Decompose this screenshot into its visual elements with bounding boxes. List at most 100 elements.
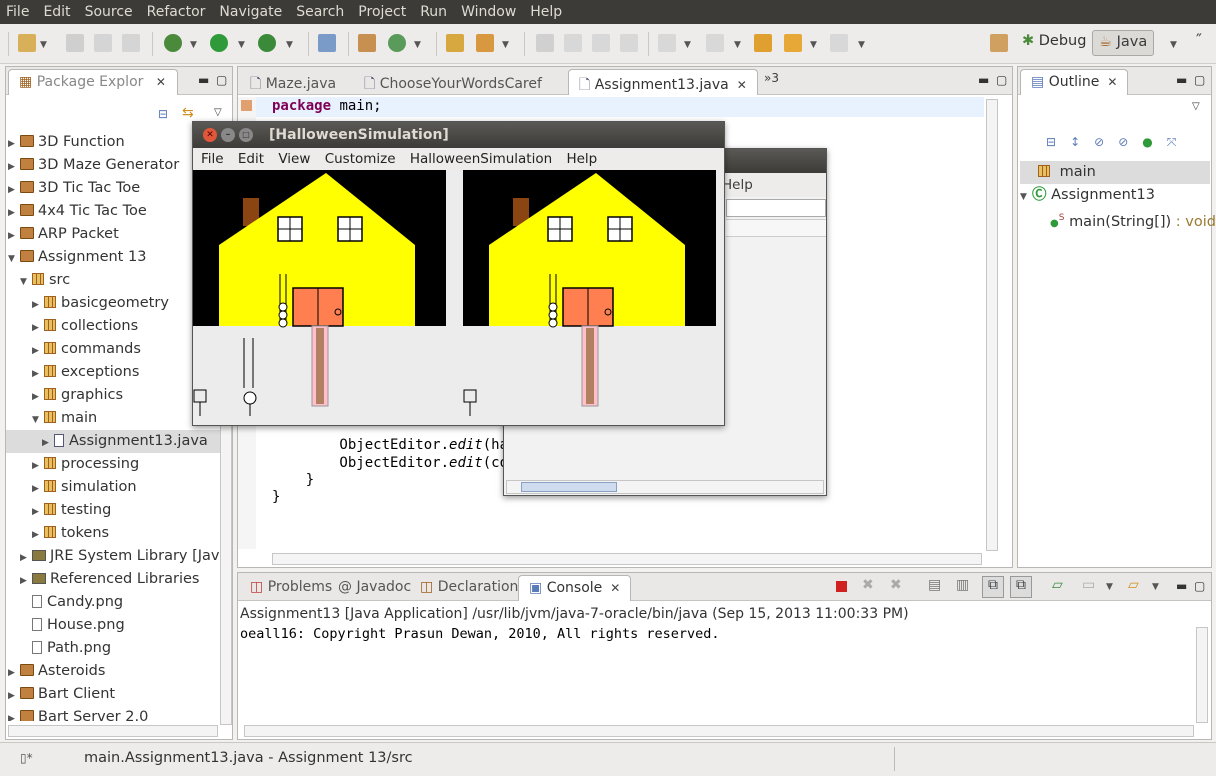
tree-item-path-png[interactable]: Path.png (32, 637, 111, 660)
remove-all-icon[interactable]: ✖ (890, 577, 902, 593)
hide-local-types-icon[interactable]: ⤧ (1167, 135, 1191, 149)
tab-maze-java[interactable]: 🗋 Maze.java (240, 69, 346, 95)
expand-icon[interactable]: ▶ (32, 524, 44, 547)
tree-item-exceptions[interactable]: ▶ exceptions (32, 361, 139, 384)
clear-console-icon[interactable]: ▤ (928, 577, 941, 593)
new-dropdown-icon[interactable]: ▼ (40, 40, 47, 50)
menu-refactor[interactable]: Refactor (147, 4, 206, 20)
save-icon[interactable] (66, 34, 84, 52)
object-editor-field[interactable] (726, 199, 826, 217)
collapse-icon[interactable]: ▼ (32, 409, 44, 432)
prev-dropdown-icon[interactable]: ▼ (734, 40, 741, 50)
outline-item-package[interactable]: main (1020, 161, 1210, 184)
tree-item-collections[interactable]: ▶ collections (32, 315, 138, 338)
hide-static-icon[interactable]: ⊘ (1118, 135, 1142, 149)
expand-icon[interactable]: ▶ (8, 202, 20, 225)
hide-fields-icon[interactable]: ⊘ (1094, 135, 1118, 149)
menu-navigate[interactable]: Navigate (219, 4, 282, 20)
expand-icon[interactable]: ▶ (20, 570, 32, 593)
tree-item-basicgeometry[interactable]: ▶ basicgeometry (32, 292, 169, 315)
view-menu-icon[interactable]: ▽ (1192, 101, 1200, 112)
tree-item-referenced-libraries[interactable]: ▶ Referenced Libraries (20, 568, 199, 591)
object-editor-horizontal-scrollbar[interactable] (506, 480, 824, 494)
tab-problems[interactable]: ◫ Problems (240, 575, 342, 601)
tree-item-candy-png[interactable]: Candy.png (32, 591, 123, 614)
minimize-icon[interactable]: ▬ (1176, 73, 1187, 87)
menu-window[interactable]: Window (461, 4, 516, 20)
display-dropdown-icon[interactable]: ▼ (1106, 582, 1113, 592)
halloween-canvas[interactable] (193, 170, 724, 425)
toggle-mark-icon[interactable] (536, 34, 554, 52)
tab-overflow-button[interactable]: »3 (764, 71, 779, 85)
expand-icon[interactable]: ▶ (8, 156, 20, 179)
console-horizontal-scrollbar[interactable] (244, 725, 1194, 737)
tab-outline[interactable]: ▤ Outline ✕ (1020, 69, 1129, 95)
sort-icon[interactable]: ↕ (1070, 135, 1094, 149)
debug-dropdown-icon[interactable]: ▼ (190, 40, 197, 50)
menu-file[interactable]: File (6, 4, 29, 20)
expand-icon[interactable]: ▶ (32, 386, 44, 409)
toolbar-overflow-icon[interactable]: ″ (1196, 30, 1202, 49)
console-output[interactable]: oeall16: Copyright Prasun Dewan, 2010, A… (240, 626, 720, 642)
show-on-stderr-icon[interactable]: ⧉ (1010, 576, 1032, 598)
last-edit-icon[interactable] (754, 34, 772, 52)
minimize-icon[interactable]: ▬ (978, 73, 989, 87)
pin-console-icon[interactable]: ▱ (1052, 577, 1063, 593)
menu-run[interactable]: Run (420, 4, 447, 20)
collapse-icon[interactable]: ▼ (8, 248, 20, 271)
tree-item-bart-client[interactable]: ▶ Bart Client (8, 683, 115, 706)
tree-item-3d-tic-tac-toe[interactable]: ▶ 3D Tic Tac Toe (8, 177, 140, 200)
editor-vertical-scrollbar[interactable] (986, 99, 998, 551)
expand-icon[interactable]: ▶ (8, 179, 20, 202)
view-menu-icon[interactable]: ▽ (214, 107, 222, 118)
run-icon[interactable] (210, 34, 228, 52)
maximize-icon[interactable]: ▢ (996, 73, 1007, 87)
close-icon[interactable]: ✕ (1107, 75, 1117, 89)
tab-declaration[interactable]: ◫ Declaration (410, 575, 528, 601)
open-console-icon[interactable]: ▱ (1128, 577, 1139, 593)
prev-annotation-icon[interactable] (706, 34, 724, 52)
new-java-project-icon[interactable] (358, 34, 376, 52)
tab-assignment13-java[interactable]: 🗋 Assignment13.java ✕ (568, 69, 758, 95)
tree-item-processing[interactable]: ▶ processing (32, 453, 139, 476)
java-perspective-button[interactable]: ☕ Java (1092, 30, 1155, 56)
collapse-all-icon[interactable]: ⊟ (158, 107, 168, 121)
maximize-icon[interactable]: ▢ (1194, 579, 1205, 593)
expand-icon[interactable]: ▶ (32, 363, 44, 386)
perspective-dropdown-icon[interactable]: ▼ (1170, 40, 1177, 50)
explorer-horizontal-scrollbar[interactable] (8, 725, 218, 737)
expand-icon[interactable]: ▶ (42, 432, 54, 455)
tree-item-3d-function[interactable]: ▶ 3D Function (8, 131, 125, 154)
tree-item-jre-library[interactable]: ▶ JRE System Library [Java (20, 545, 220, 568)
expand-icon[interactable]: ▶ (32, 317, 44, 340)
skip-breakpoints-icon[interactable] (318, 34, 336, 52)
outline-item-method[interactable]: ●S main(String[]) : void (1050, 207, 1216, 230)
fast-view-icon[interactable]: ▯* (20, 751, 33, 765)
next-annotation-icon[interactable] (658, 34, 676, 52)
menu-help[interactable]: Help (722, 173, 753, 197)
tree-item-4x4-tic-tac-toe[interactable]: ▶ 4x4 Tic Tac Toe (8, 200, 147, 223)
tree-item-bart-server[interactable]: ▶ Bart Server 2.0 (8, 706, 148, 721)
scrollbar-thumb[interactable] (521, 482, 617, 492)
console-vertical-scrollbar[interactable] (1196, 627, 1208, 723)
tree-item-graphics[interactable]: ▶ graphics (32, 384, 123, 407)
close-window-icon[interactable]: ✕ (203, 128, 217, 142)
new-icon[interactable] (18, 34, 36, 52)
show-whitespace-icon[interactable] (620, 34, 638, 52)
annotation-icon[interactable] (564, 34, 582, 52)
show-on-stdout-icon[interactable]: ⧉ (982, 576, 1004, 598)
expand-icon[interactable]: ▶ (8, 685, 20, 708)
maximize-icon[interactable]: ▢ (216, 73, 227, 87)
expand-icon[interactable]: ▶ (32, 455, 44, 478)
menu-source[interactable]: Source (85, 4, 133, 20)
new-class-icon[interactable] (388, 34, 406, 52)
tree-item-main[interactable]: ▼ main (32, 407, 97, 430)
run-dropdown-icon[interactable]: ▼ (238, 40, 245, 50)
maximize-window-icon[interactable]: □ (239, 128, 253, 142)
tree-item-3d-maze-generator[interactable]: ▶ 3D Maze Generator (8, 154, 179, 177)
back-dropdown-icon[interactable]: ▼ (810, 40, 817, 50)
tree-item-assignment-13[interactable]: ▼ Assignment 13 (8, 246, 146, 269)
tree-item-asteroids[interactable]: ▶ Asteroids (8, 660, 105, 683)
block-select-icon[interactable] (592, 34, 610, 52)
menu-view[interactable]: View (278, 151, 310, 167)
